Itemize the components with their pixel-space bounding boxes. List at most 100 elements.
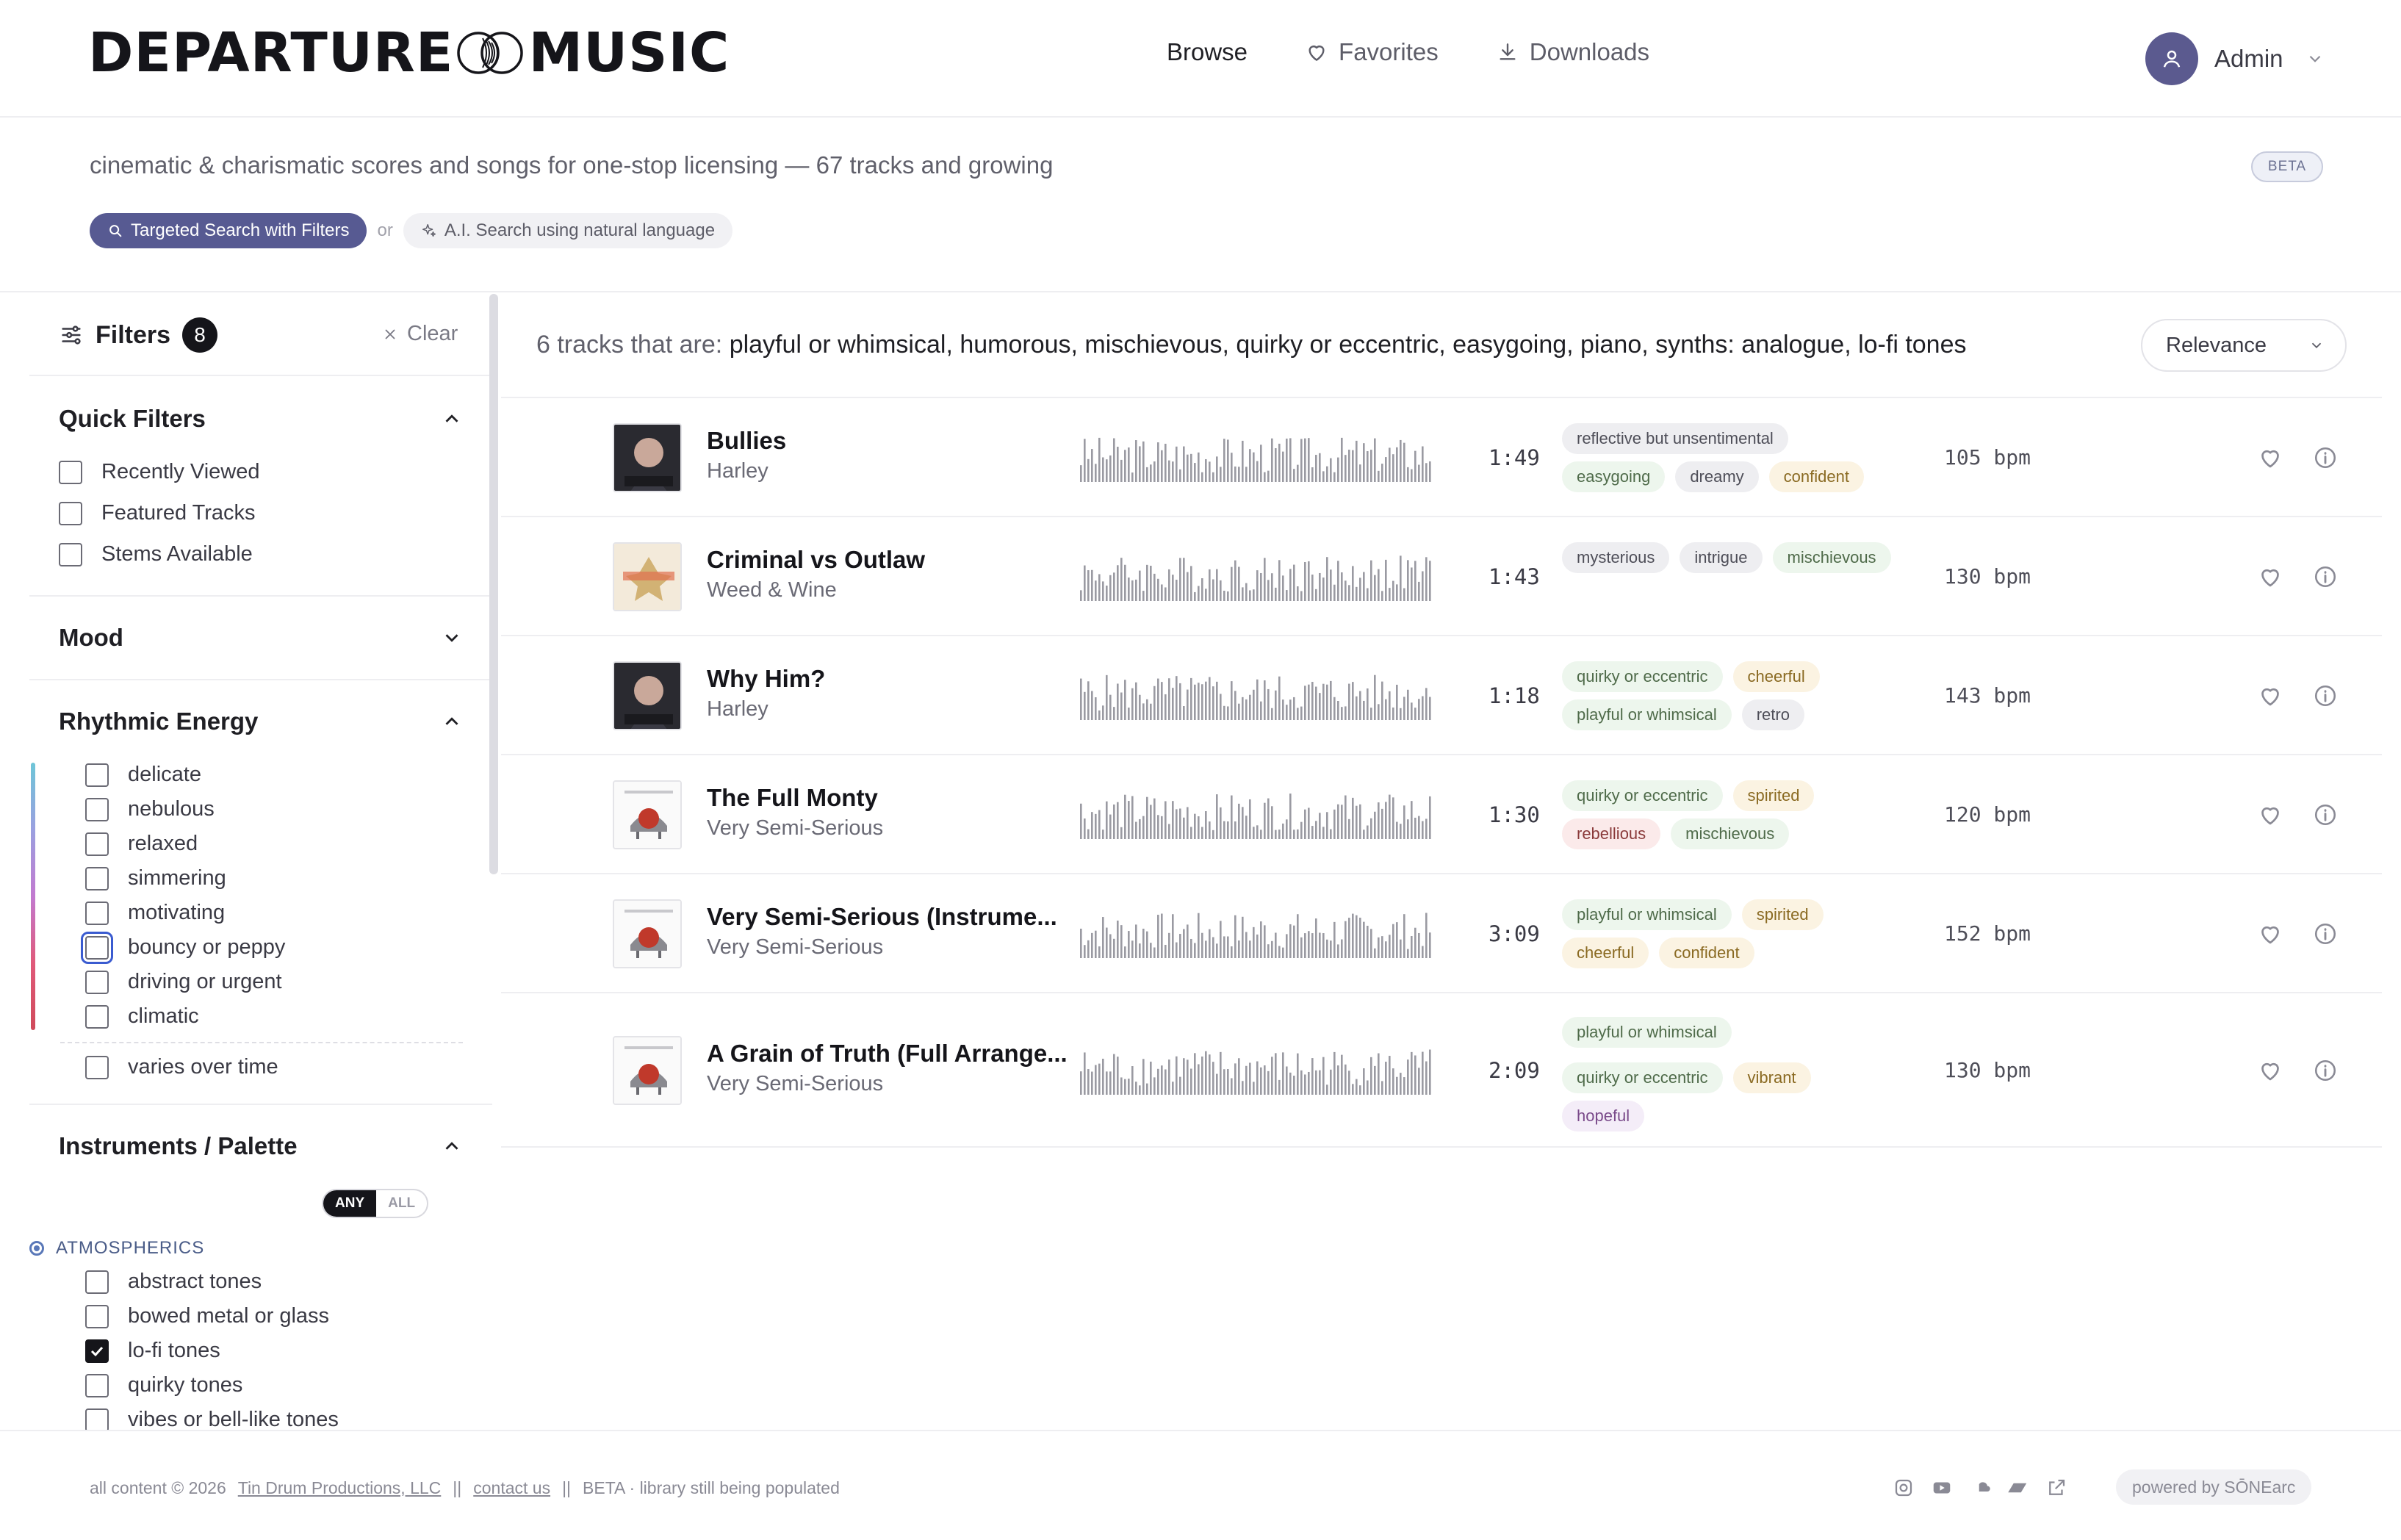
checkbox[interactable] <box>85 1373 109 1397</box>
checkbox[interactable] <box>59 542 82 566</box>
mood-tag[interactable]: spirited <box>1741 899 1824 930</box>
ai-search-button[interactable]: A.I. Search using natural language <box>403 213 733 248</box>
mood-tag[interactable]: easygoing <box>1562 461 1666 492</box>
energy-motivating[interactable]: motivating <box>85 901 225 925</box>
user-menu[interactable]: Admin <box>2145 32 2325 85</box>
checkbox[interactable] <box>85 763 109 787</box>
quick-filter-stems-available[interactable]: Stems Available <box>59 542 253 566</box>
album-cover[interactable] <box>613 542 682 611</box>
mood-tag[interactable]: mysterious <box>1562 542 1670 573</box>
clear-filters-button[interactable]: Clear <box>382 322 458 346</box>
heart-icon[interactable] <box>2257 1057 2283 1084</box>
track-row[interactable]: Why Him? Harley 1:18 quirky or eccentric che… <box>501 636 2382 755</box>
checkbox[interactable] <box>59 460 82 484</box>
nav-favorites[interactable]: Favorites <box>1305 38 1439 66</box>
instrument-quirky-tones[interactable]: quirky tones <box>85 1373 242 1397</box>
waveform[interactable] <box>1080 551 1433 602</box>
energy-delicate[interactable]: delicate <box>85 763 201 787</box>
mood-tag[interactable]: playful or whimsical <box>1562 699 1732 730</box>
waveform[interactable] <box>1080 789 1433 841</box>
checkbox[interactable] <box>85 1270 109 1294</box>
mood-tag[interactable]: vibrant <box>1732 1062 1811 1093</box>
instrument-abstract-tones[interactable]: abstract tones <box>85 1270 262 1294</box>
mood-tag[interactable]: cheerful <box>1732 661 1820 692</box>
mood-tag[interactable]: mischievous <box>1772 542 1891 573</box>
mood-tag[interactable]: confident <box>1659 938 1754 968</box>
info-icon[interactable] <box>2313 802 2338 827</box>
checkbox[interactable] <box>85 970 109 994</box>
waveform[interactable] <box>1080 908 1433 960</box>
soundcloud-icon[interactable] <box>1969 1477 1991 1499</box>
company-link[interactable]: Tin Drum Productions, LLC <box>238 1478 442 1498</box>
energy-driving-or-urgent[interactable]: driving or urgent <box>85 970 282 994</box>
info-icon[interactable] <box>2313 564 2338 589</box>
track-artist[interactable]: Very Semi-Serious <box>707 1072 883 1096</box>
track-title[interactable]: Bullies <box>707 427 786 455</box>
mood-tag[interactable]: rebellious <box>1562 818 1661 849</box>
album-cover[interactable] <box>613 423 682 492</box>
album-cover[interactable] <box>613 899 682 968</box>
checkbox[interactable] <box>85 1004 109 1029</box>
track-row[interactable]: The Full Monty Very Semi-Serious 1:30 quirk… <box>501 755 2382 874</box>
waveform[interactable] <box>1080 432 1433 483</box>
instrument-lo-fi-tones[interactable]: lo-fi tones <box>85 1339 220 1363</box>
quick-filter-featured-tracks[interactable]: Featured Tracks <box>59 501 256 525</box>
nav-browse[interactable]: Browse <box>1167 38 1248 66</box>
track-title[interactable]: The Full Monty <box>707 784 878 812</box>
album-cover[interactable] <box>613 1036 682 1105</box>
powered-by-badge[interactable]: powered by SŌNEarc <box>2116 1469 2312 1505</box>
mood-tag[interactable]: quirky or eccentric <box>1562 1062 1723 1093</box>
waveform[interactable] <box>1080 1045 1433 1096</box>
track-artist[interactable]: Harley <box>707 459 768 483</box>
info-icon[interactable] <box>2313 445 2338 470</box>
track-row[interactable]: Very Semi-Serious (Instrume... Very Semi-… <box>501 874 2382 993</box>
heart-icon[interactable] <box>2257 683 2283 709</box>
heart-icon[interactable] <box>2257 921 2283 947</box>
mood-tag[interactable]: quirky or eccentric <box>1562 661 1723 692</box>
mood-tag[interactable]: playful or whimsical <box>1562 899 1732 930</box>
track-row[interactable]: Criminal vs Outlaw Weed & Wine 1:43 mysteri… <box>501 517 2382 636</box>
external-link-icon[interactable] <box>2045 1477 2067 1499</box>
mood-tag[interactable]: intrigue <box>1680 542 1763 573</box>
track-artist[interactable]: Very Semi-Serious <box>707 816 883 841</box>
track-row[interactable]: A Grain of Truth (Full Arrange... Very Se… <box>501 993 2382 1148</box>
contact-link[interactable]: contact us <box>473 1478 550 1498</box>
info-icon[interactable] <box>2313 921 2338 946</box>
track-title[interactable]: Why Him? <box>707 665 825 693</box>
track-title[interactable]: Criminal vs Outlaw <box>707 546 925 574</box>
info-icon[interactable] <box>2313 683 2338 708</box>
mood-tag[interactable]: hopeful <box>1562 1101 1645 1131</box>
energy-climatic[interactable]: climatic <box>85 1004 199 1029</box>
bandcamp-icon[interactable] <box>2007 1477 2029 1499</box>
track-title[interactable]: A Grain of Truth (Full Arrange... <box>707 1040 1068 1068</box>
youtube-icon[interactable] <box>1931 1477 1953 1499</box>
mood-tag[interactable]: spirited <box>1732 780 1815 811</box>
any-all-toggle[interactable]: ANY ALL <box>322 1189 429 1218</box>
rhythmic-energy-header[interactable]: Rhythmic Energy <box>59 699 492 744</box>
energy-nebulous[interactable]: nebulous <box>85 797 215 821</box>
mood-tag[interactable]: dreamy <box>1675 461 1759 492</box>
site-logo[interactable]: DEPARTURE MUSIC <box>88 21 730 84</box>
energy-bouncy-or-peppy[interactable]: bouncy or peppy <box>81 931 285 964</box>
mood-tag[interactable]: cheerful <box>1562 938 1649 968</box>
checkbox[interactable] <box>85 1304 109 1328</box>
toggle-any[interactable]: ANY <box>323 1190 377 1217</box>
toggle-all[interactable]: ALL <box>376 1190 427 1217</box>
mood-tag[interactable]: reflective but unsentimental <box>1562 423 1788 454</box>
mood-tag[interactable]: confident <box>1768 461 1864 492</box>
album-cover[interactable] <box>613 661 682 730</box>
mood-tag[interactable]: retro <box>1741 699 1804 730</box>
track-title[interactable]: Very Semi-Serious (Instrume... <box>707 903 1057 931</box>
checkbox[interactable] <box>85 1408 109 1431</box>
heart-icon[interactable] <box>2257 802 2283 828</box>
instrument-bowed-metal[interactable]: bowed metal or glass <box>85 1304 329 1328</box>
nav-downloads[interactable]: Downloads <box>1496 38 1649 66</box>
targeted-search-button[interactable]: Targeted Search with Filters <box>90 213 367 248</box>
checkbox[interactable] <box>85 797 109 821</box>
mood-tag[interactable]: quirky or eccentric <box>1562 780 1723 811</box>
sort-select[interactable]: Relevance <box>2141 319 2347 372</box>
checkbox[interactable] <box>85 866 109 890</box>
checkbox[interactable] <box>85 901 109 925</box>
sidebar-scrollbar[interactable] <box>489 294 498 874</box>
waveform[interactable] <box>1080 670 1433 722</box>
